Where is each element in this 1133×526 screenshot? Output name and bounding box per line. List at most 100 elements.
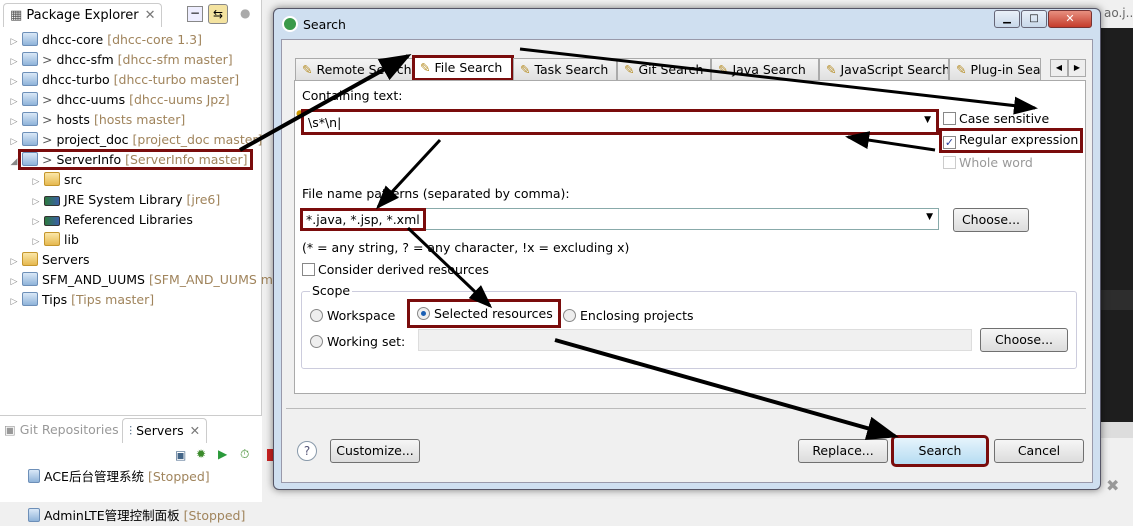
folder-icon xyxy=(22,252,38,266)
collapsed-arrow-icon[interactable]: ▷ xyxy=(30,192,42,212)
collapsed-arrow-icon[interactable]: ▷ xyxy=(8,52,20,72)
scope-workspace-radio[interactable]: Workspace xyxy=(310,308,395,323)
list-item[interactable]: AdminLTE管理控制面板 [Stopped] xyxy=(26,506,288,526)
help-icon[interactable]: ? xyxy=(297,441,317,461)
server-icon xyxy=(28,469,40,483)
tab-git-search[interactable]: ✎ Git Search xyxy=(617,58,711,80)
project-icon xyxy=(22,272,38,286)
editor-tab[interactable]: ao.j... xyxy=(1098,0,1133,28)
collapsed-arrow-icon[interactable]: ▷ xyxy=(30,212,42,232)
dialog-title: Search xyxy=(303,17,346,32)
expanded-arrow-icon[interactable]: ◢ xyxy=(8,152,20,172)
servers-view: ▣ Git Repositories ⫶ Servers ✕ ▣ ✹ ▶ ⏱ AC… xyxy=(0,415,275,523)
collapsed-arrow-icon[interactable]: ▷ xyxy=(8,252,20,272)
package-explorer-tab[interactable]: ▦ Package Explorer ✕ xyxy=(3,3,163,27)
choose-working-set-button[interactable]: Choose... xyxy=(980,328,1068,352)
close-button[interactable]: ✕ xyxy=(1048,10,1092,28)
collapsed-arrow-icon[interactable]: ▷ xyxy=(8,32,20,52)
search-dialog: Search ▁ □ ✕ ✎ Remote Search ✎ File Searc… xyxy=(273,8,1101,490)
search-button[interactable]: Search xyxy=(891,435,989,467)
minimize-button[interactable]: ▁ xyxy=(994,10,1020,28)
dialog-body: ✎ Remote Search ✎ File Search ✎ Task Searc… xyxy=(281,39,1093,483)
editor-scrollbar[interactable] xyxy=(1098,422,1133,438)
collapse-all-icon[interactable]: − xyxy=(187,6,203,22)
link-with-editor-icon[interactable]: ⇆ xyxy=(208,4,228,24)
start-server-icon[interactable]: ▶ xyxy=(218,447,227,461)
regular-expression-checkbox[interactable]: ✓ Regular expression xyxy=(938,128,1084,153)
search-type-icon: ✎ xyxy=(520,62,535,77)
collapsed-arrow-icon[interactable]: ▷ xyxy=(8,92,20,112)
current-line xyxy=(1098,290,1133,310)
scope-selected-resources-radio[interactable]: Selected resources xyxy=(407,299,561,328)
patterns-hint: (* = any string, ? = any character, !x =… xyxy=(302,240,630,255)
close-icon[interactable]: ✕ xyxy=(190,423,200,438)
search-type-icon: ✎ xyxy=(826,62,841,77)
search-tabs: ✎ Remote Search ✎ File Search ✎ Task Searc… xyxy=(295,55,1041,81)
debug-icon[interactable]: ✹ xyxy=(196,447,206,461)
tree-item[interactable]: ▷ dhcc-turbo [dhcc-turbo master] xyxy=(0,70,262,90)
tab-task-search[interactable]: ✎ Task Search xyxy=(513,58,617,80)
maximize-button[interactable]: □ xyxy=(1021,10,1047,28)
dialog-titlebar[interactable]: Search ▁ □ ✕ xyxy=(274,9,1100,39)
search-type-icon: ✎ xyxy=(956,62,971,77)
tab-servers[interactable]: ⫶ Servers ✕ xyxy=(122,418,208,443)
replace-button[interactable]: Replace... xyxy=(798,439,888,463)
separator xyxy=(286,408,1086,409)
file-patterns-input[interactable]: *.java, *.jsp, *.xml ▼ xyxy=(300,208,939,231)
tree-item[interactable]: ▷ src xyxy=(0,170,262,190)
case-sensitive-checkbox[interactable]: Case sensitive xyxy=(943,111,1049,126)
collapsed-arrow-icon[interactable]: ▷ xyxy=(8,292,20,312)
cancel-button[interactable]: Cancel xyxy=(994,439,1084,463)
tree-item[interactable]: ▷ dhcc-core [dhcc-core 1.3] xyxy=(0,30,262,50)
chevron-down-icon[interactable]: ▼ xyxy=(924,115,931,125)
close-icon[interactable]: ✕ xyxy=(145,8,156,23)
tree-item[interactable]: ▷ > dhcc-sfm [dhcc-sfm master] xyxy=(0,50,262,70)
search-type-icon: ✎ xyxy=(420,60,435,75)
tab-file-search[interactable]: ✎ File Search xyxy=(412,55,514,81)
customize-button[interactable]: Customize... xyxy=(330,439,420,463)
tab-remote-search[interactable]: ✎ Remote Search xyxy=(295,58,413,80)
tree-item[interactable]: ▷ > hosts [hosts master] xyxy=(0,110,262,130)
tab-git-repositories[interactable]: ▣ Git Repositories xyxy=(4,422,119,437)
list-item[interactable]: ACE后台管理系统 [Stopped] xyxy=(26,467,288,487)
view-menu-icon[interactable]: ● xyxy=(240,6,250,20)
choose-patterns-button[interactable]: Choose... xyxy=(953,208,1029,232)
tree-item[interactable]: ▷ > dhcc-uums [dhcc-uums Jpz] xyxy=(0,90,262,110)
radio-icon xyxy=(417,307,430,320)
tab-plug-in-search[interactable]: ✎ Plug-in Search xyxy=(949,58,1041,80)
folder-icon xyxy=(44,232,60,246)
collapsed-arrow-icon[interactable]: ▷ xyxy=(8,112,20,132)
collapsed-arrow-icon[interactable]: ▷ xyxy=(8,132,20,152)
collapsed-arrow-icon[interactable]: ▷ xyxy=(30,172,42,192)
tab-scroll-right-icon[interactable]: ▶ xyxy=(1068,59,1086,77)
chevron-down-icon[interactable]: ▼ xyxy=(926,212,933,222)
tree-item[interactable]: ▷ Servers xyxy=(0,250,262,270)
search-type-icon: ✎ xyxy=(718,62,733,77)
close-icon[interactable]: ✖ xyxy=(1106,476,1119,495)
tree-item[interactable]: ▷ > project_doc [project_doc master] xyxy=(0,130,262,150)
tree-item[interactable]: ▷ SFM_AND_UUMS [SFM_AND_UUMS master] xyxy=(0,270,310,292)
tab-java-search[interactable]: ✎ Java Search xyxy=(711,58,819,80)
tab-javascript-search[interactable]: ✎ JavaScript Search xyxy=(819,58,949,80)
collapsed-arrow-icon[interactable]: ▷ xyxy=(8,272,20,292)
scope-title: Scope xyxy=(310,283,353,298)
eclipse-search-icon xyxy=(282,16,298,32)
search-type-icon: ✎ xyxy=(624,62,639,77)
tree-item[interactable]: ▷ lib xyxy=(0,230,262,250)
tree-item[interactable]: ◢ > ServerInfo [ServerInfo master] xyxy=(0,149,262,172)
collapsed-arrow-icon[interactable]: ▷ xyxy=(8,72,20,92)
profile-icon[interactable]: ⏱ xyxy=(240,447,249,462)
consider-derived-checkbox[interactable]: Consider derived resources xyxy=(302,262,489,277)
server-icon xyxy=(28,508,40,522)
tab-scroll-left-icon[interactable]: ◀ xyxy=(1050,59,1068,77)
collapse-all-icon[interactable]: ▣ xyxy=(175,448,186,462)
containing-text-input[interactable]: \s*\n| ▼ xyxy=(301,109,939,135)
containing-text-label: Containing text: xyxy=(302,88,403,103)
checkbox-icon: ✓ xyxy=(943,136,956,149)
tree-item[interactable]: ▷ Tips [Tips master] xyxy=(0,290,262,310)
collapsed-arrow-icon[interactable]: ▷ xyxy=(30,232,42,252)
scope-enclosing-projects-radio[interactable]: Enclosing projects xyxy=(563,308,694,323)
tree-item[interactable]: ▷ JRE System Library [jre6] xyxy=(0,190,262,210)
tree-item[interactable]: ▷ Referenced Libraries xyxy=(0,210,262,230)
scope-working-set-radio[interactable]: Working set: xyxy=(310,334,405,349)
